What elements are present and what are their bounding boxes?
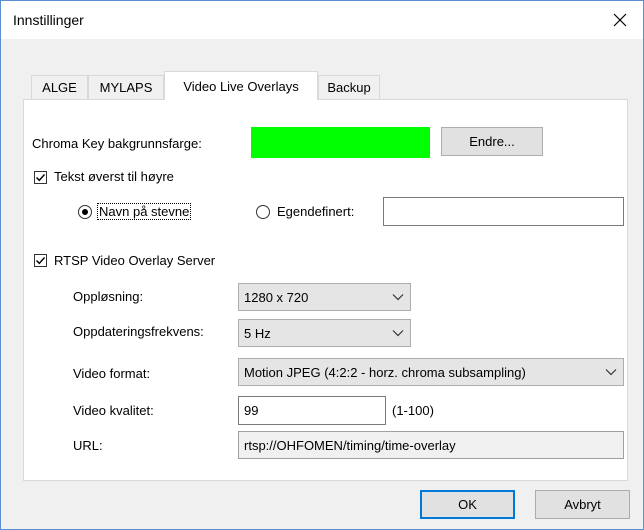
url-field[interactable]: rtsp://OHFOMEN/timing/time-overlay (238, 431, 624, 459)
tab-label: MYLAPS (99, 80, 153, 95)
resolution-value: 1280 x 720 (244, 289, 309, 305)
chevron-down-icon (605, 369, 617, 376)
rtsp-label: RTSP Video Overlay Server (54, 253, 216, 268)
video-format-label: Video format: (73, 366, 151, 381)
cancel-button[interactable]: Avbryt (535, 490, 630, 519)
text-top-right-label: Tekst øverst til høyre (54, 169, 174, 184)
window-title: Innstillinger (13, 12, 84, 28)
radio-custom[interactable] (256, 205, 270, 219)
settings-dialog: Innstillinger ALGE MYLAPS Video Live Ove… (0, 0, 644, 530)
url-value: rtsp://OHFOMEN/timing/time-overlay (244, 437, 456, 453)
text-top-right-checkbox[interactable] (34, 171, 47, 184)
update-rate-select[interactable]: 5 Hz (238, 319, 411, 347)
tab-mylaps[interactable]: MYLAPS (88, 75, 164, 99)
video-format-value: Motion JPEG (4:2:2 - horz. chroma subsam… (244, 364, 526, 380)
chroma-key-label: Chroma Key bakgrunnsfarge: (32, 136, 202, 151)
close-button[interactable] (597, 1, 643, 39)
radio-event-name-label: Navn på stevne (96, 203, 192, 220)
resolution-select[interactable]: 1280 x 720 (238, 283, 411, 311)
tab-label: Backup (327, 80, 371, 95)
check-icon (36, 174, 46, 182)
ok-label: OK (458, 497, 477, 512)
quality-value: 99 (244, 403, 259, 418)
resolution-label: Oppløsning: (73, 289, 144, 304)
chroma-color-swatch (251, 127, 430, 158)
radio-event-name[interactable] (78, 205, 92, 219)
tab-label: ALGE (42, 80, 77, 95)
quality-input[interactable]: 99 (238, 396, 386, 425)
change-color-button[interactable]: Endre... (441, 127, 543, 156)
radio-custom-label: Egendefinert: (277, 204, 355, 219)
tab-backup[interactable]: Backup (318, 75, 380, 99)
close-icon (613, 13, 627, 27)
quality-label: Video kvalitet: (73, 403, 154, 418)
chevron-down-icon (392, 294, 404, 301)
ok-button[interactable]: OK (420, 490, 515, 519)
tab-label: Video Live Overlays (183, 78, 299, 94)
tab-video-live-overlays[interactable]: Video Live Overlays (164, 71, 318, 100)
radio-selected-dot (82, 209, 88, 215)
video-format-select[interactable]: Motion JPEG (4:2:2 - horz. chroma subsam… (238, 358, 624, 386)
check-icon (36, 257, 46, 265)
rtsp-checkbox[interactable] (34, 254, 47, 267)
title-bar: Innstillinger (1, 1, 643, 39)
update-rate-value: 5 Hz (244, 325, 271, 341)
url-label: URL: (73, 438, 103, 453)
change-color-label: Endre... (469, 134, 515, 149)
cancel-label: Avbryt (564, 497, 601, 512)
tab-alge[interactable]: ALGE (31, 75, 88, 99)
quality-range-label: (1-100) (392, 403, 434, 418)
chevron-down-icon (392, 330, 404, 337)
custom-text-input[interactable] (383, 197, 624, 226)
update-rate-label: Oppdateringsfrekvens: (73, 324, 204, 339)
